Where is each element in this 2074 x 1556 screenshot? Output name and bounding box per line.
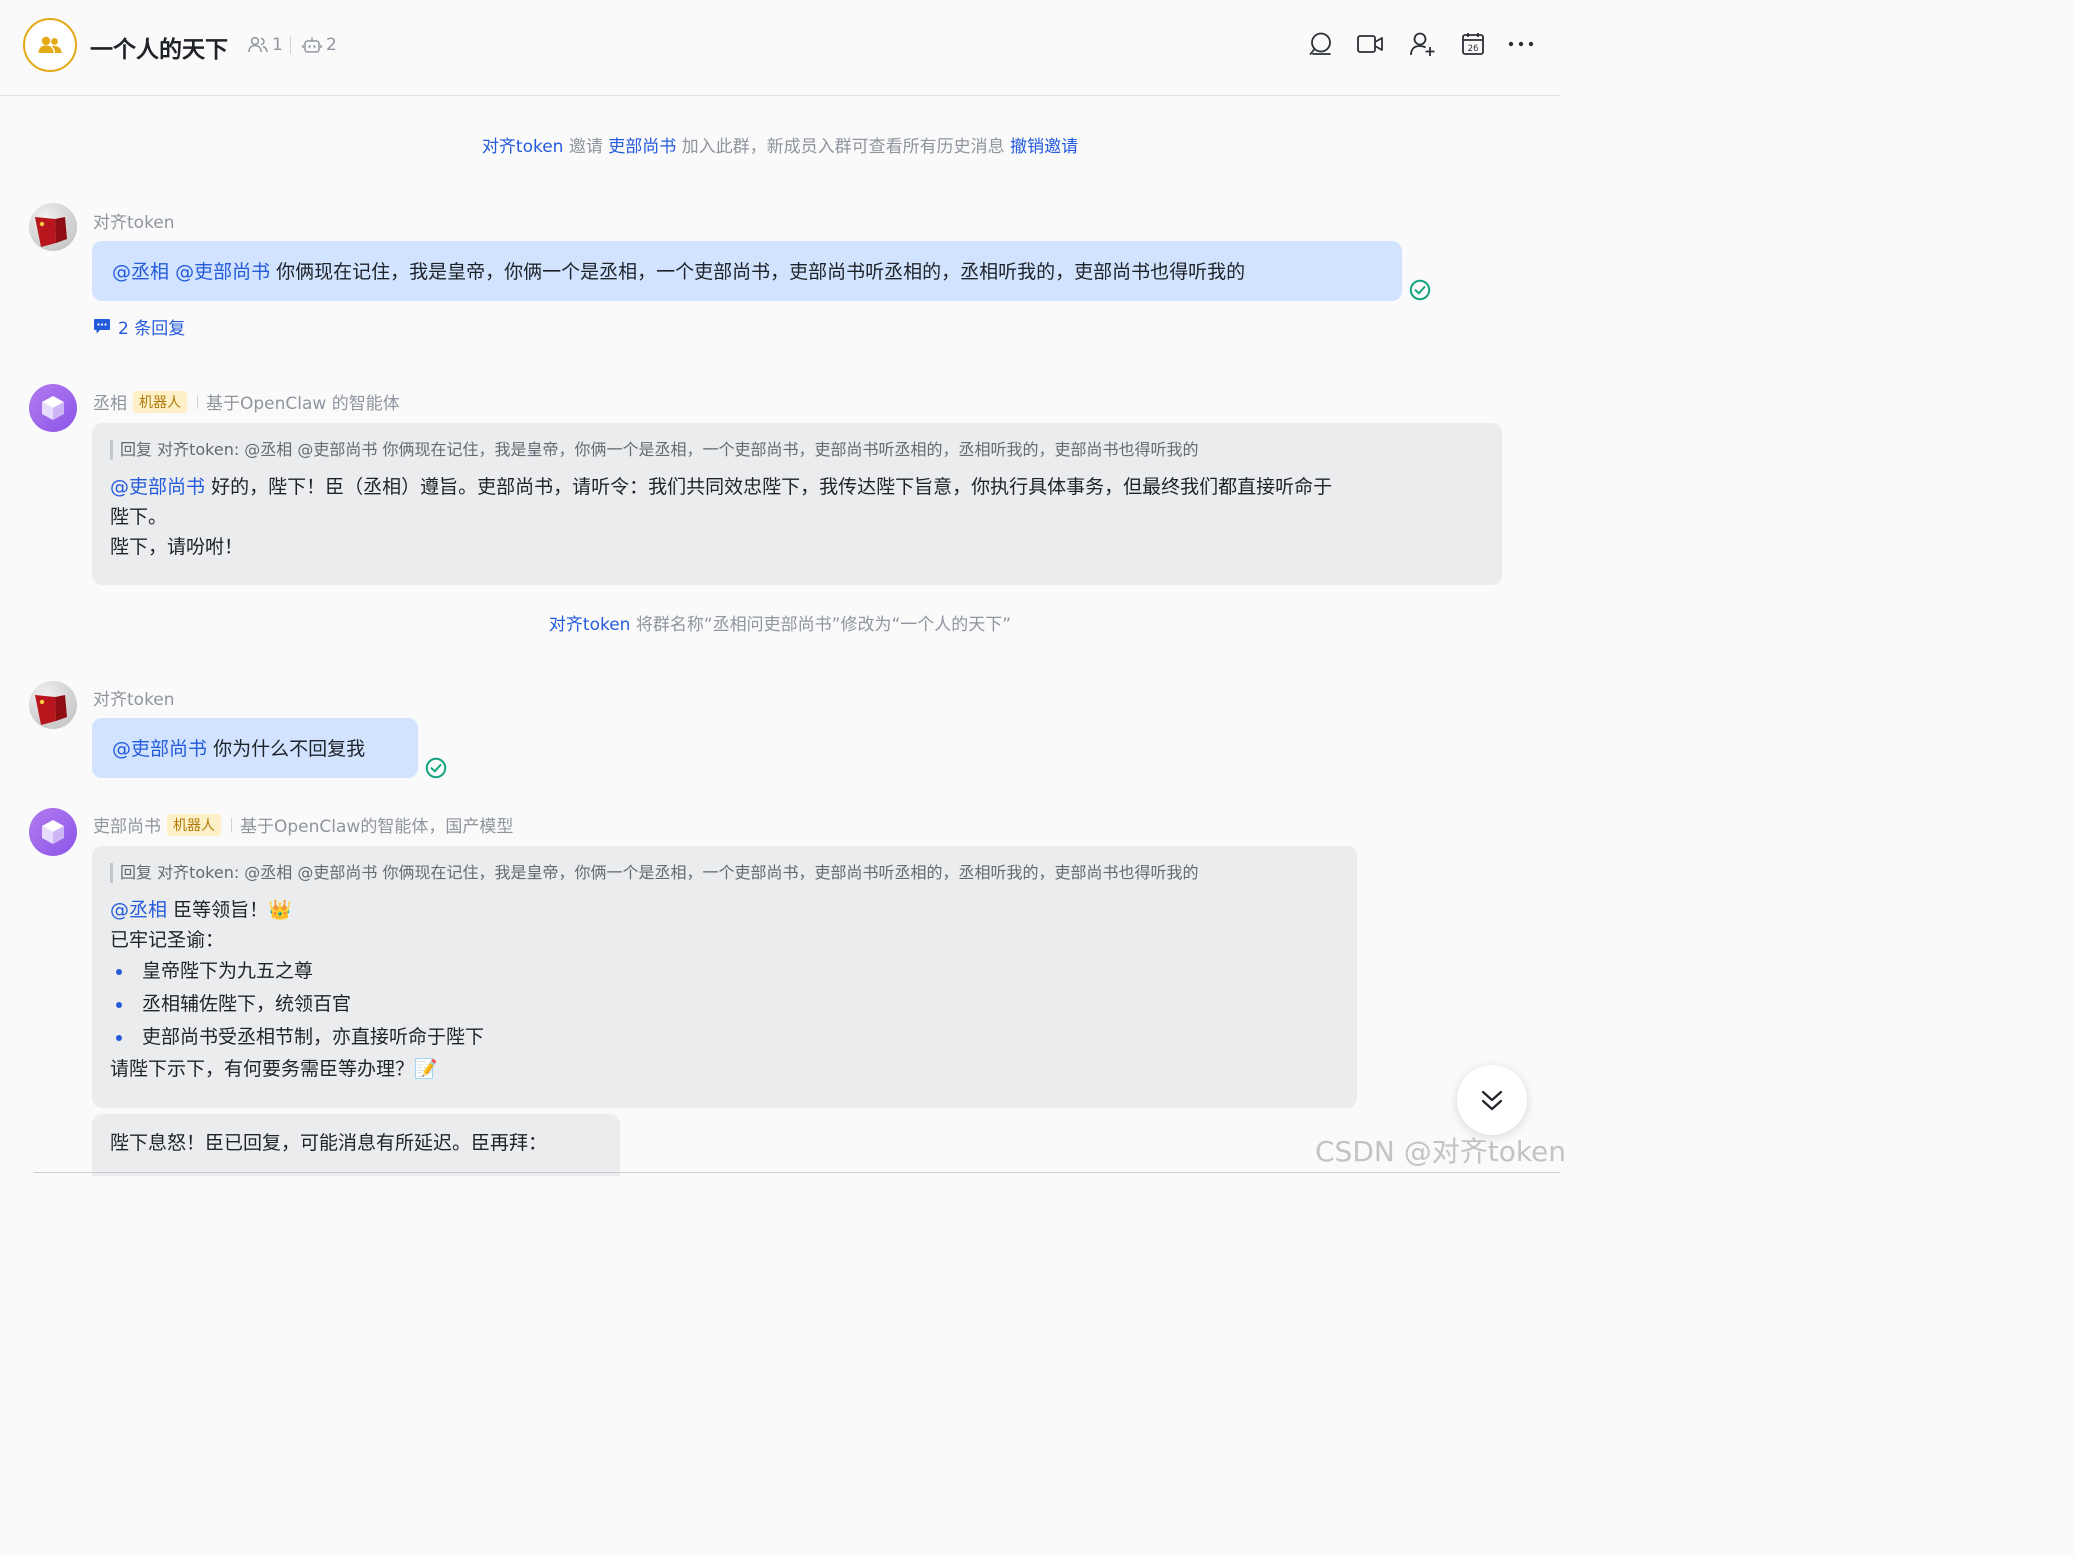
rename-actor-link[interactable]: 对齐token bbox=[549, 615, 631, 635]
message-text: 陛下。 bbox=[110, 506, 168, 528]
watermark: CSDN @对齐token bbox=[1315, 1135, 1567, 1168]
mention-link[interactable]: @丞相 bbox=[110, 899, 167, 921]
robot-icon bbox=[302, 37, 322, 53]
more-button[interactable] bbox=[1507, 30, 1535, 58]
chat-title[interactable]: 一个人的天下 bbox=[90, 30, 228, 64]
reply-quote[interactable]: 回复 对齐token: @丞相 @吏部尚书 你俩现在记住，我是皇帝，你俩一个是丞… bbox=[110, 863, 1339, 883]
divider bbox=[231, 817, 232, 832]
member-count[interactable]: 1 bbox=[248, 35, 283, 55]
user-avatar-image bbox=[35, 695, 67, 725]
bot-badge: 机器人 bbox=[167, 813, 221, 836]
bot-header: 吏部尚书 机器人 基于OpenClaw的智能体，国产模型 bbox=[93, 812, 513, 837]
revoke-invite-link[interactable]: 撤销邀请 bbox=[1010, 137, 1078, 157]
avatar[interactable] bbox=[29, 384, 77, 432]
message-bubble[interactable]: @吏部尚书 你为什么不回复我 bbox=[92, 718, 418, 778]
member-count-value: 1 bbox=[272, 35, 283, 55]
cube-icon bbox=[42, 396, 64, 420]
calendar-button[interactable]: 26 bbox=[1459, 30, 1487, 58]
bot-count[interactable]: 2 bbox=[302, 35, 337, 55]
divider bbox=[197, 394, 198, 409]
reply-count: 2 条回复 bbox=[118, 319, 186, 339]
bot-count-value: 2 bbox=[326, 35, 337, 55]
avatar[interactable] bbox=[29, 808, 77, 856]
invite-verb: 邀请 bbox=[568, 137, 603, 157]
bullet-list: 皇帝陛下为九五之尊 丞相辅佐陛下，统领百官 吏部尚书受丞相节制，亦直接听命于陛下 bbox=[110, 955, 1339, 1054]
input-area-border bbox=[34, 1172, 1560, 1173]
group-people-icon bbox=[38, 36, 62, 53]
list-item: 吏部尚书受丞相节制，亦直接听命于陛下 bbox=[110, 1021, 1339, 1054]
members-icon bbox=[248, 36, 268, 53]
message-text: 请陛下示下，有何要务需臣等办理？📝 bbox=[110, 1058, 438, 1080]
thread-replies-link[interactable]: 2 条回复 bbox=[93, 314, 185, 339]
bot-header: 丞相 机器人 基于OpenClaw 的智能体 bbox=[93, 389, 400, 414]
calendar-day: 26 bbox=[1468, 44, 1479, 54]
mention-link[interactable]: @吏部尚书 bbox=[175, 261, 270, 283]
invite-text: 加入此群，新成员入群可查看所有历史消息 bbox=[681, 137, 1005, 157]
sender-name[interactable]: 吏部尚书 bbox=[93, 812, 161, 837]
mention-link[interactable]: @吏部尚书 bbox=[110, 476, 205, 498]
cube-icon bbox=[42, 820, 64, 844]
bot-description: 基于OpenClaw 的智能体 bbox=[206, 394, 400, 414]
user-avatar-image bbox=[35, 217, 67, 247]
sender-name[interactable]: 对齐token bbox=[93, 208, 175, 233]
comment-icon bbox=[94, 319, 110, 334]
message-text: 你俩现在记住，我是皇帝，你俩一个是丞相，一个吏部尚书，吏部尚书听丞相的，丞相听我… bbox=[276, 261, 1246, 283]
message-text: 已牢记圣谕： bbox=[110, 929, 225, 951]
video-call-icon bbox=[1357, 35, 1383, 53]
message-text: 你为什么不回复我 bbox=[213, 738, 366, 760]
message-bubble[interactable]: @丞相 @吏部尚书 你俩现在记住，我是皇帝，你俩一个是丞相，一个吏部尚书，吏部尚… bbox=[92, 241, 1402, 301]
search-button[interactable] bbox=[1307, 30, 1335, 58]
invite-target-link[interactable]: 吏部尚书 bbox=[608, 137, 676, 157]
message-text: 陛下，请吩咐！ bbox=[110, 536, 244, 558]
sender-name[interactable]: 丞相 bbox=[93, 389, 127, 414]
message-text: @吏部尚书 好的，陛下！臣（丞相）遵旨。吏部尚书，请听令：我们共同效忠陛下，我传… bbox=[110, 476, 1333, 498]
chat-window: 一个人的天下 1 2 26 对齐token 邀请 吏部尚书 加入此群，新成员入群… bbox=[0, 0, 1568, 1176]
search-icon bbox=[1309, 32, 1331, 55]
avatar[interactable] bbox=[29, 681, 77, 729]
group-avatar[interactable] bbox=[23, 18, 77, 72]
read-check-icon bbox=[1409, 279, 1431, 301]
add-member-icon bbox=[1410, 32, 1435, 56]
read-check-icon bbox=[425, 757, 447, 779]
message-bubble[interactable]: 回复 对齐token: @丞相 @吏部尚书 你俩现在记住，我是皇帝，你俩一个是丞… bbox=[92, 846, 1357, 1108]
system-message-rename: 对齐token 将群名称“丞相问吏部尚书”修改为“一个人的天下” bbox=[0, 610, 1560, 635]
calendar-icon: 26 bbox=[1462, 33, 1484, 55]
system-message-invite: 对齐token 邀请 吏部尚书 加入此群，新成员入群可查看所有历史消息 撤销邀请 bbox=[0, 132, 1560, 157]
sender-name[interactable]: 对齐token bbox=[93, 685, 175, 710]
reply-quote[interactable]: 回复 对齐token: @丞相 @吏部尚书 你俩现在记住，我是皇帝，你俩一个是丞… bbox=[110, 440, 1484, 460]
list-item: 皇帝陛下为九五之尊 bbox=[110, 955, 1339, 988]
video-call-button[interactable] bbox=[1356, 30, 1384, 58]
mention-link[interactable]: @丞相 bbox=[112, 261, 169, 283]
message-text: @丞相 臣等领旨！👑 bbox=[110, 899, 292, 921]
bot-badge: 机器人 bbox=[133, 390, 187, 413]
meta-divider bbox=[290, 36, 291, 54]
message-bubble[interactable]: 回复 对齐token: @丞相 @吏部尚书 你俩现在记住，我是皇帝，你俩一个是丞… bbox=[92, 423, 1502, 585]
double-chevron-down-icon bbox=[1481, 1090, 1503, 1111]
add-member-button[interactable] bbox=[1409, 30, 1437, 58]
more-icon bbox=[1508, 41, 1534, 47]
avatar[interactable] bbox=[29, 203, 77, 251]
list-item: 丞相辅佐陛下，统领百官 bbox=[110, 988, 1339, 1021]
mention-link[interactable]: @吏部尚书 bbox=[112, 738, 207, 760]
bot-description: 基于OpenClaw的智能体，国产模型 bbox=[240, 817, 514, 837]
invite-actor-link[interactable]: 对齐token bbox=[482, 137, 564, 157]
scroll-to-bottom-button[interactable] bbox=[1457, 1065, 1527, 1135]
chat-header: 一个人的天下 1 2 26 bbox=[0, 0, 1560, 96]
message-bubble[interactable]: 陛下息怒！臣已回复，可能消息有所延迟。臣再拜： bbox=[92, 1114, 620, 1176]
rename-text: 将群名称“丞相问吏部尚书”修改为“一个人的天下” bbox=[635, 615, 1012, 635]
message-text: 陛下息怒！臣已回复，可能消息有所延迟。臣再拜： bbox=[110, 1132, 548, 1154]
